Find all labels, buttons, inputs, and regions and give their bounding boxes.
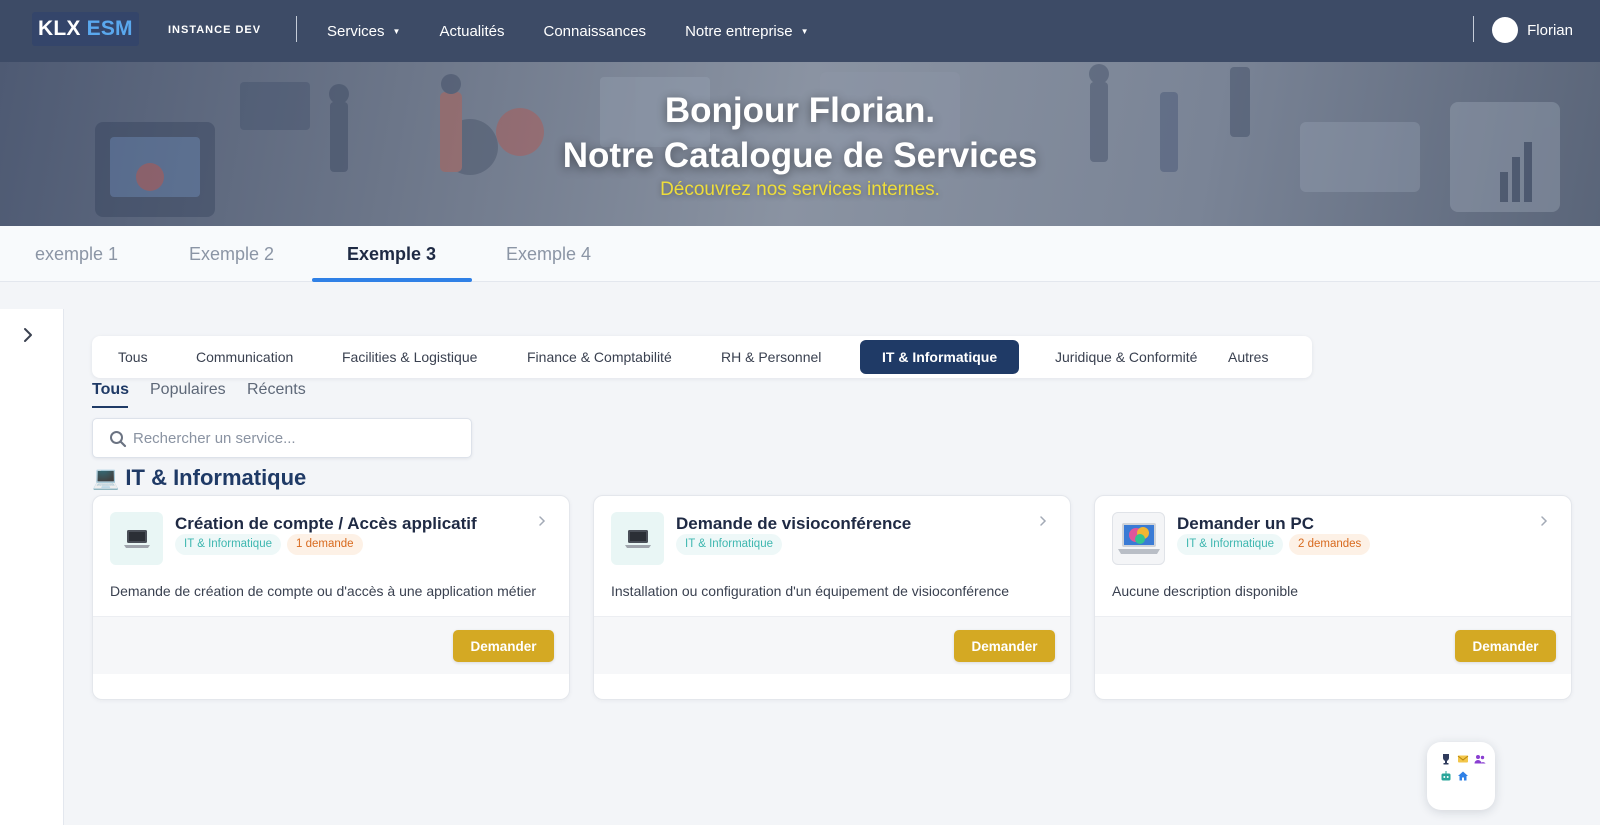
nav-item-label: Notre entreprise [685,22,793,40]
home-icon[interactable] [1456,769,1470,783]
instance-label: INSTANCE DEV [168,24,262,36]
laptop-icon [624,529,651,548]
app-logo[interactable]: KLX ESM [32,12,139,46]
category-autres[interactable]: Autres [1206,340,1290,374]
category-it-informatique[interactable]: IT & Informatique [860,340,1020,374]
logo-primary: KLX [38,17,81,40]
nav-item-label: Connaissances [543,22,647,40]
user-name: Florian [1527,21,1573,39]
section-title-text: IT & Informatique [125,465,307,490]
category-rh-personnel[interactable]: RH & Personnel [699,340,843,374]
hero-banner: Bonjour Florian. Notre Catalogue de Serv… [0,62,1600,226]
chevron-down-icon: ▼ [392,26,401,36]
demander-button[interactable]: Demander [453,630,554,662]
nav-item-services[interactable]: Services ▼ [327,23,400,40]
trophy-icon[interactable] [1439,752,1453,766]
logo-secondary: ESM [86,17,133,40]
card-footer: Demander [594,616,1070,674]
nav-item-label: Services [327,22,385,40]
request-count-badge: 1 demande [287,534,363,555]
tab-exemple-3[interactable]: Exemple 3 [347,226,436,282]
service-card[interactable]: Création de compte / Accès applicatif IT… [92,495,570,700]
service-card[interactable]: Demande de visioconférence IT & Informat… [593,495,1071,700]
filter-tab-indicator [92,406,128,408]
chevron-right-icon[interactable] [1036,514,1050,528]
laptop-icon [123,529,150,548]
category-tag: IT & Informatique [676,534,782,555]
nav-divider [1473,16,1474,42]
service-description: Demande de création de compte ou d'accès… [110,583,537,599]
floating-quick-actions [1427,742,1495,810]
service-tags: IT & Informatique 2 demandes [1177,534,1376,555]
category-facilities-logistique[interactable]: Facilities & Logistique [320,340,499,374]
card-footer: Demander [93,616,569,674]
hero-greeting: Bonjour Florian. [664,91,936,130]
top-navbar: KLX ESM INSTANCE DEV Services ▼ Actualit… [0,0,1600,62]
laptop-emoji-icon: 💻 [92,465,120,490]
chevron-right-icon [24,328,32,342]
nav-item-connaissances[interactable]: Connaissances [544,23,647,40]
nav-item-actualites[interactable]: Actualités [439,23,504,40]
chevron-right-icon[interactable] [1537,514,1551,528]
service-thumbnail [611,512,664,565]
service-description: Aucune description disponible [1112,583,1299,599]
side-rail [0,309,64,825]
hero-title: Notre Catalogue de Services [562,136,1038,175]
section-title: 💻 IT & Informatique [92,463,306,493]
nav-divider [296,16,297,42]
page-tabs: exemple 1 Exemple 2 Exemple 3 Exemple 4 [0,226,1600,282]
hero-subtitle: Découvrez nos services internes. [660,179,940,200]
category-tag: IT & Informatique [1177,534,1283,555]
service-thumbnail [110,512,163,565]
active-tab-indicator [312,278,472,282]
service-description: Installation ou configuration d'un équip… [611,583,1010,599]
demander-button[interactable]: Demander [954,630,1055,662]
service-title[interactable]: Création de compte / Accès applicatif [175,514,477,534]
service-title[interactable]: Demande de visioconférence [676,514,911,534]
chevron-right-icon[interactable] [535,514,549,528]
service-thumbnail [1112,512,1165,565]
category-tag: IT & Informatique [175,534,281,555]
expand-sidebar-button[interactable] [18,325,38,345]
search-box [92,418,472,458]
chevron-down-icon: ▼ [800,26,809,36]
category-filter-bar: Tous Communication Facilities & Logistiq… [92,336,1312,378]
hero-text: Bonjour Florian. Notre Catalogue de Serv… [0,88,1600,201]
bot-icon[interactable] [1439,769,1453,783]
demander-button[interactable]: Demander [1455,630,1556,662]
category-juridique-conformite[interactable]: Juridique & Conformité [1033,340,1219,374]
filter-tab-populaires[interactable]: Populaires [150,381,226,399]
category-tous[interactable]: Tous [96,340,170,374]
users-icon[interactable] [1473,752,1487,766]
user-menu[interactable]: Florian [1492,17,1573,43]
nav-item-label: Actualités [439,22,505,40]
service-card[interactable]: Demander un PC IT & Informatique 2 deman… [1094,495,1572,700]
tab-exemple-1[interactable]: exemple 1 [35,226,118,282]
laptop-photo-icon [1117,522,1160,554]
main-nav: Services ▼ Actualités Connaissances Notr… [327,0,848,62]
service-tags: IT & Informatique 1 demande [175,534,369,555]
filter-tab-tous[interactable]: Tous [92,381,129,399]
service-tags: IT & Informatique [676,534,788,555]
avatar [1492,17,1519,43]
category-finance-comptabilite[interactable]: Finance & Comptabilité [505,340,694,374]
request-count-badge: 2 demandes [1289,534,1371,555]
nav-item-notre-entreprise[interactable]: Notre entreprise ▼ [685,23,808,40]
category-communication[interactable]: Communication [174,340,315,374]
tab-exemple-2[interactable]: Exemple 2 [189,226,274,282]
filter-tab-recents[interactable]: Récents [247,381,306,399]
search-icon [110,431,127,448]
service-title[interactable]: Demander un PC [1177,514,1314,534]
search-input[interactable] [133,427,453,449]
mail-icon[interactable] [1456,752,1470,766]
tab-exemple-4[interactable]: Exemple 4 [506,226,591,282]
card-footer: Demander [1095,616,1571,674]
